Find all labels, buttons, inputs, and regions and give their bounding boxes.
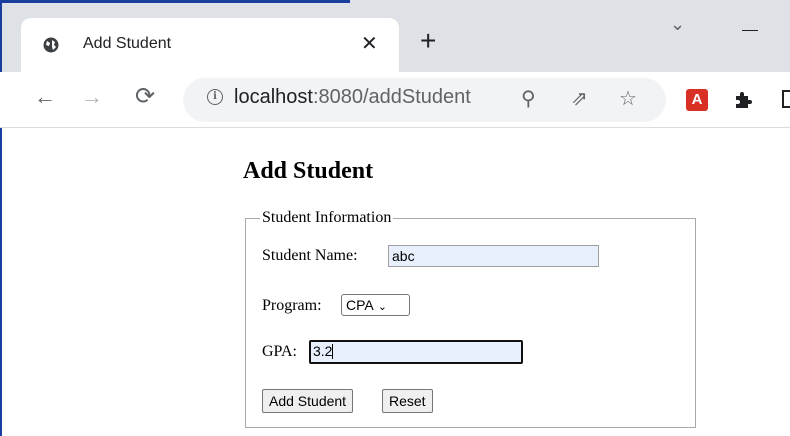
star-icon[interactable]: ☆ xyxy=(619,86,637,111)
student-name-label: Student Name: xyxy=(262,247,358,264)
share-icon[interactable]: ⇗ xyxy=(571,86,588,111)
back-icon[interactable]: ← xyxy=(34,86,56,108)
puzzle-icon[interactable] xyxy=(733,90,753,110)
page-content: Add Student Student Information Student … xyxy=(0,128,790,436)
window-border-top xyxy=(0,0,350,3)
url-host: localhost xyxy=(234,86,313,108)
plus-icon[interactable]: + xyxy=(420,27,436,55)
chevron-down-icon[interactable]: ⌄ xyxy=(670,14,685,35)
info-icon[interactable]: i xyxy=(207,89,223,105)
zoom-icon[interactable]: ⚲ xyxy=(521,86,536,111)
page-title: Add Student xyxy=(243,158,374,184)
student-name-input[interactable]: abc xyxy=(388,245,599,267)
gpa-label: GPA: xyxy=(262,343,297,360)
minimize-button[interactable] xyxy=(742,30,758,31)
program-selected-value: CPA xyxy=(346,297,374,313)
reset-button[interactable]: Reset xyxy=(382,389,433,413)
reload-icon[interactable]: ⟳ xyxy=(135,85,155,109)
globe-icon xyxy=(43,37,59,53)
text-caret xyxy=(332,344,334,359)
pdf-icon[interactable]: A xyxy=(686,89,708,111)
student-info-fieldset: Student Information Student Name: abc Pr… xyxy=(245,209,696,428)
forward-icon[interactable]: → xyxy=(81,86,103,108)
fieldset-legend: Student Information xyxy=(260,209,394,227)
gpa-value: 3.2 xyxy=(313,343,333,359)
url-text[interactable]: localhost:8080/addStudent xyxy=(234,86,471,109)
add-student-button[interactable]: Add Student xyxy=(262,389,354,413)
program-label: Program: xyxy=(262,297,322,314)
close-icon[interactable]: ✕ xyxy=(361,31,378,56)
gpa-input[interactable]: 3.2 xyxy=(309,340,523,364)
side-panel-icon[interactable] xyxy=(782,90,790,108)
browser-tab[interactable]: Add Student ✕ xyxy=(21,18,399,72)
url-path: :8080/addStudent xyxy=(312,86,471,108)
chevron-down-icon: ⌄ xyxy=(377,301,387,313)
program-select[interactable]: CPA ⌄ xyxy=(341,294,410,316)
tab-title: Add Student xyxy=(83,35,172,52)
